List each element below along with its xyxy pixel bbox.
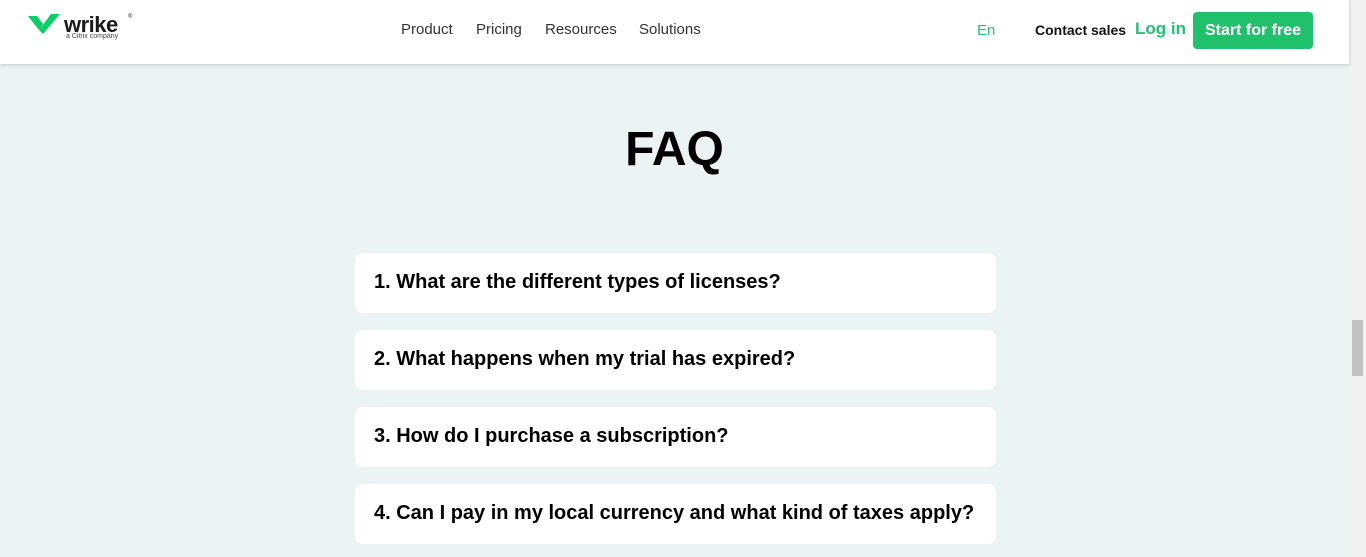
scrollbar-thumb[interactable] — [1352, 320, 1363, 376]
faq-item-currency-taxes[interactable]: 4. Can I pay in my local currency and wh… — [355, 484, 996, 544]
faq-question: 1. What are the different types of licen… — [374, 271, 781, 293]
page: wrike ® a Citrix company Product Pricing… — [0, 0, 1366, 557]
start-for-free-button[interactable]: Start for free — [1193, 12, 1313, 49]
site-header: wrike ® a Citrix company Product Pricing… — [0, 0, 1349, 64]
faq-item-licenses[interactable]: 1. What are the different types of licen… — [355, 253, 996, 313]
faq-item-purchase[interactable]: 3. How do I purchase a subscription? — [355, 407, 996, 467]
checkmark-logo-icon — [28, 14, 60, 34]
nav-resources[interactable]: Resources — [545, 21, 617, 38]
wrike-logo[interactable]: wrike ® a Citrix company — [28, 12, 138, 44]
faq-question: 4. Can I pay in my local currency and wh… — [374, 502, 975, 524]
vertical-scrollbar[interactable] — [1349, 0, 1366, 557]
login-link[interactable]: Log in — [1135, 19, 1186, 39]
logo-trademark: ® — [128, 14, 133, 20]
faq-question: 2. What happens when my trial has expire… — [374, 348, 796, 370]
nav-product[interactable]: Product — [401, 21, 453, 38]
language-selector[interactable]: En — [977, 22, 995, 39]
faq-item-trial-expired[interactable]: 2. What happens when my trial has expire… — [355, 330, 996, 390]
contact-sales-link[interactable]: Contact sales — [1035, 22, 1126, 38]
faq-question: 3. How do I purchase a subscription? — [374, 425, 729, 447]
nav-pricing[interactable]: Pricing — [476, 21, 522, 38]
nav-solutions[interactable]: Solutions — [639, 21, 701, 38]
faq-title: FAQ — [625, 123, 724, 176]
logo-subtitle: a Citrix company — [66, 33, 119, 40]
